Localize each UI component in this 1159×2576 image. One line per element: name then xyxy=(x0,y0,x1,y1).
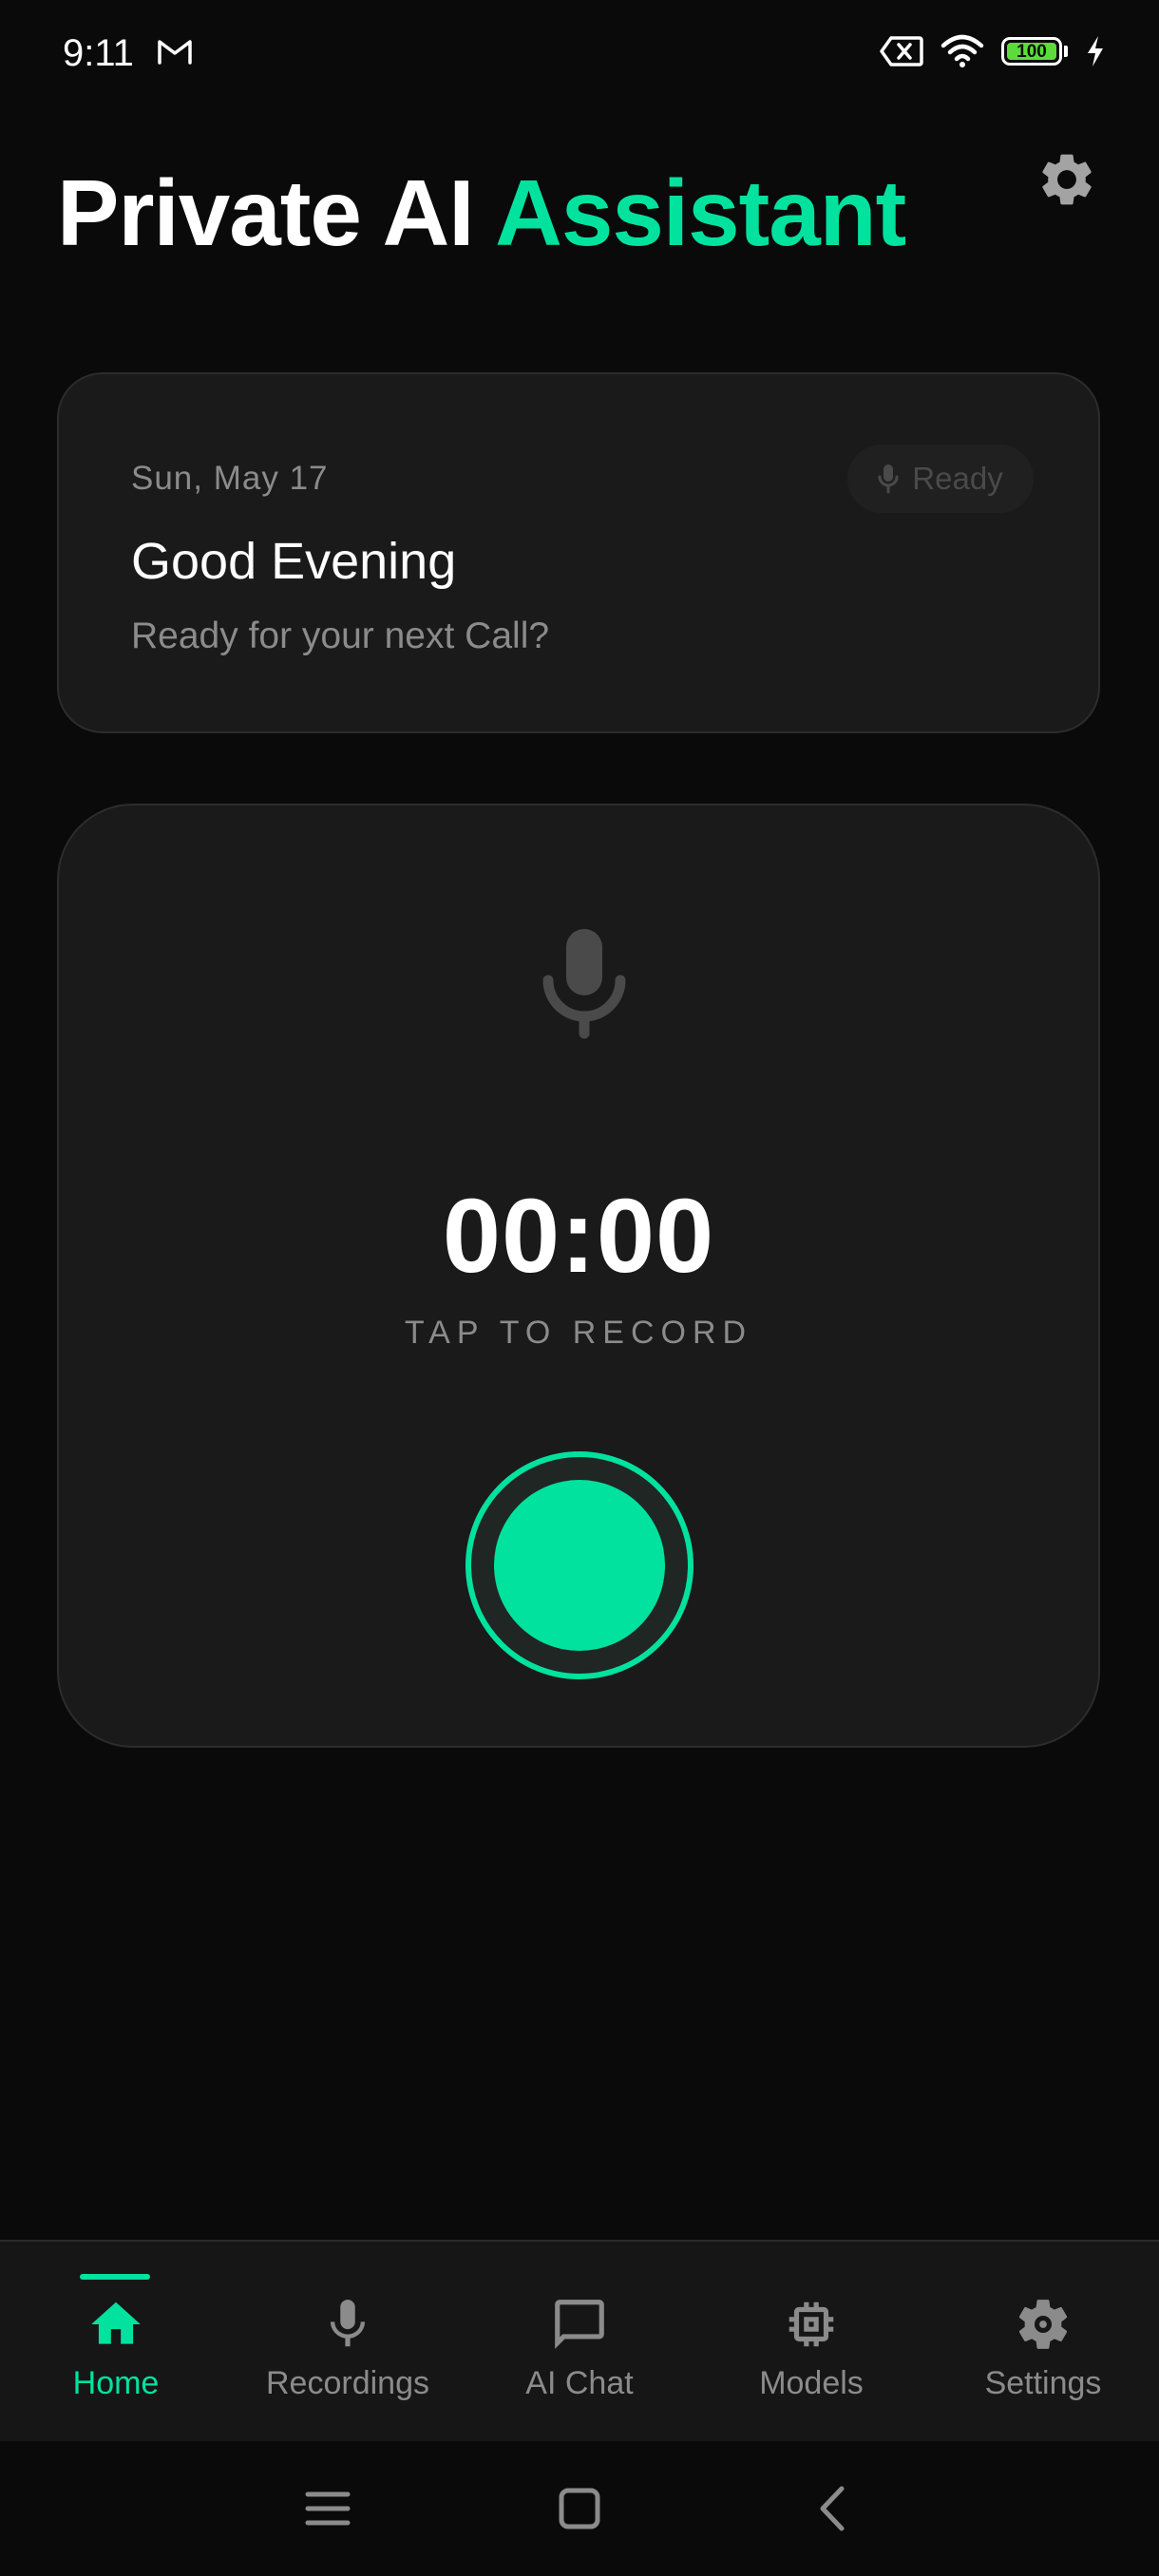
menu-icon[interactable] xyxy=(294,2475,361,2542)
battery-level: 100 xyxy=(1016,41,1047,62)
home-square-icon[interactable] xyxy=(546,2475,613,2542)
chip-icon xyxy=(788,2301,834,2347)
nav-item-home[interactable]: Home xyxy=(0,2242,232,2443)
battery-icon: 100 xyxy=(1001,37,1062,66)
app-title-primary: Private AI xyxy=(57,161,474,265)
app-title: Private AI Assistant xyxy=(57,160,906,267)
nav-item-settings[interactable]: Settings xyxy=(927,2242,1159,2443)
battery-tip xyxy=(1064,46,1068,57)
status-bar: 9:11 100 xyxy=(0,0,1159,104)
nav-label-ai-chat: AI Chat xyxy=(525,2365,634,2401)
record-button[interactable] xyxy=(466,1451,694,1679)
status-time: 9:11 xyxy=(63,32,134,74)
app-title-accent: Assistant xyxy=(495,161,906,265)
home-icon xyxy=(91,2301,141,2344)
microphone-icon xyxy=(330,2300,366,2347)
nav-label-recordings: Recordings xyxy=(266,2365,429,2401)
nav-label-home: Home xyxy=(72,2365,160,2401)
chat-bubble-icon xyxy=(555,2300,604,2349)
nav-item-ai-chat[interactable]: AI Chat xyxy=(464,2242,695,2443)
nav-item-recordings[interactable]: Recordings xyxy=(232,2242,464,2443)
nav-item-models[interactable]: Models xyxy=(695,2242,927,2443)
greeting-subtitle: Ready for your next Call? xyxy=(131,616,550,656)
wifi-icon xyxy=(940,34,984,67)
status-badge-label: Ready xyxy=(912,461,1003,496)
home-screen: 9:11 100 Private AI Assistant Sun, May 1… xyxy=(0,0,1159,2576)
record-card: 00:00 TAP TO RECORD xyxy=(57,804,1100,1748)
bottom-nav: Home Recordings AI Chat Models Settings xyxy=(0,2240,1159,2441)
no-sim-icon xyxy=(880,36,923,66)
status-badge: Ready xyxy=(847,445,1034,513)
nav-label-models: Models xyxy=(759,2365,864,2401)
gear-icon xyxy=(1018,2300,1068,2349)
status-icons: 100 xyxy=(880,34,1106,68)
greeting-card: Sun, May 17 Ready Good Evening Ready for… xyxy=(57,372,1100,733)
tap-to-record-label: TAP TO RECORD xyxy=(404,1315,753,1351)
nav-label-settings: Settings xyxy=(984,2365,1102,2401)
microphone-icon xyxy=(542,929,626,1039)
microphone-icon xyxy=(878,464,899,494)
back-icon[interactable] xyxy=(800,2475,866,2542)
greeting-date: Sun, May 17 xyxy=(131,460,329,497)
system-nav-bar xyxy=(0,2441,1159,2576)
greeting-title: Good Evening xyxy=(131,533,457,590)
record-timer: 00:00 xyxy=(442,1178,715,1295)
gmail-icon xyxy=(158,40,192,65)
charging-icon xyxy=(1088,36,1103,66)
record-button-dot xyxy=(494,1480,665,1651)
gear-icon[interactable] xyxy=(1036,148,1098,211)
nav-active-indicator xyxy=(80,2274,150,2280)
